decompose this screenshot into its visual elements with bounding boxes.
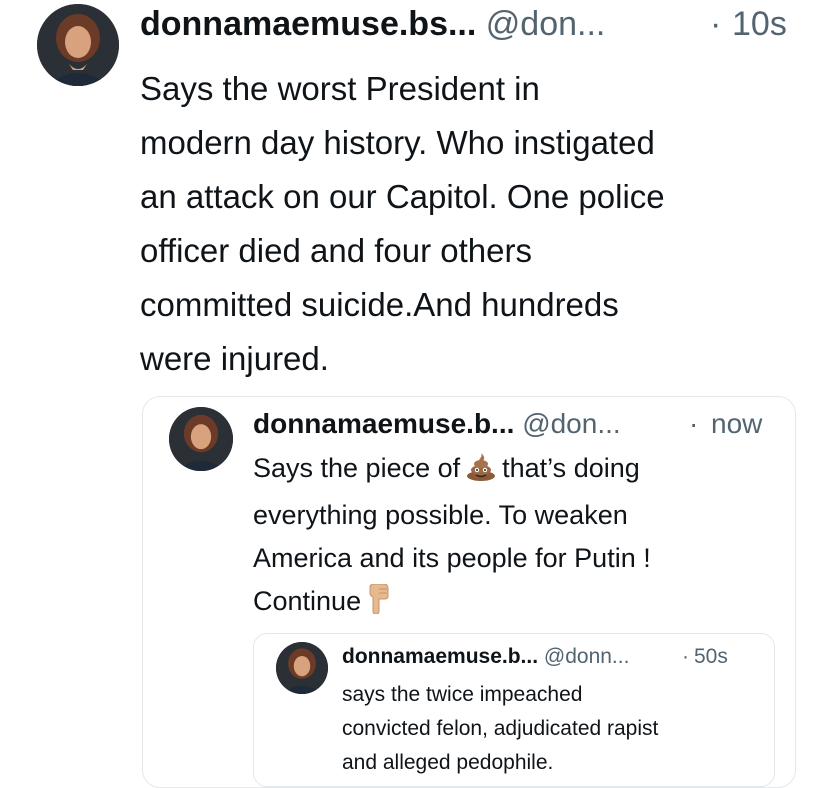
avatar-image — [169, 407, 233, 471]
nested-tweet-header: donnamaemuse.b... @donn... · 50s — [342, 642, 728, 672]
quoted-tweet-text: Says the piece of that’s doing everythin… — [253, 447, 651, 627]
tweet-text-line: convicted felon, adjudicated rapist — [342, 717, 659, 740]
author-avatar[interactable] — [37, 4, 119, 86]
tweet-header: donnamaemuse.bs... @don... · 10s — [140, 2, 787, 46]
pile-of-poo-icon — [466, 451, 496, 494]
separator-dot: · — [682, 645, 689, 668]
tweet-text-line: America and its people for Putin ! — [253, 543, 651, 573]
text-segment: Continue — [253, 586, 362, 616]
timestamp[interactable]: 10s — [732, 2, 787, 46]
tweet-text: Says the worst President in modern day h… — [140, 62, 665, 386]
separator-dot: · — [710, 5, 722, 43]
text-segment: that’s doing — [502, 453, 640, 483]
nested-quoted-tweet-card[interactable]: donnamaemuse.b... @donn... · 50s says th… — [253, 633, 775, 787]
tweet-text-line: and alleged pedophile. — [342, 751, 554, 774]
nested-author-avatar[interactable] — [276, 642, 328, 694]
text-segment: Says the piece of — [253, 453, 461, 483]
display-name[interactable]: donnamaemuse.b... — [342, 645, 538, 668]
tweet-text-line: officer died and four others — [140, 232, 532, 269]
tweet-text-line: modern day history. Who instigated — [140, 124, 655, 161]
user-handle[interactable]: @donn... — [544, 645, 630, 668]
avatar-image — [37, 4, 119, 86]
nested-tweet-text: says the twice impeached convicted felon… — [342, 678, 658, 780]
display-name[interactable]: donnamaemuse.bs... — [140, 5, 476, 43]
tweet-text-line: everything possible. To weaken — [253, 500, 628, 530]
timestamp[interactable]: 50s — [694, 642, 728, 672]
separator-dot: · — [689, 408, 699, 439]
tweet-text-line: were injured. — [140, 340, 329, 377]
tweet-text-line: says the twice impeached — [342, 683, 583, 706]
tweet-text-line: Continue — [253, 580, 651, 627]
tweet-text-line: Says the worst President in — [140, 70, 540, 107]
quoted-author-avatar[interactable] — [169, 407, 233, 471]
quoted-tweet-card[interactable]: donnamaemuse.b... @don... · now Says the… — [142, 396, 796, 788]
user-handle[interactable]: @don... — [522, 408, 620, 439]
finger-pointing-down-icon — [367, 583, 389, 627]
tweet-text-line: Says the piece of that’s doing — [253, 447, 651, 494]
display-name[interactable]: donnamaemuse.b... — [253, 408, 514, 439]
timestamp[interactable]: now — [711, 405, 762, 443]
quoted-tweet-header: donnamaemuse.b... @don... · now — [253, 405, 762, 443]
user-handle[interactable]: @don... — [486, 5, 606, 43]
avatar-image — [276, 642, 328, 694]
tweet-text-line: committed suicide.And hundreds — [140, 286, 619, 323]
tweet-text-line: an attack on our Capitol. One police — [140, 178, 665, 215]
